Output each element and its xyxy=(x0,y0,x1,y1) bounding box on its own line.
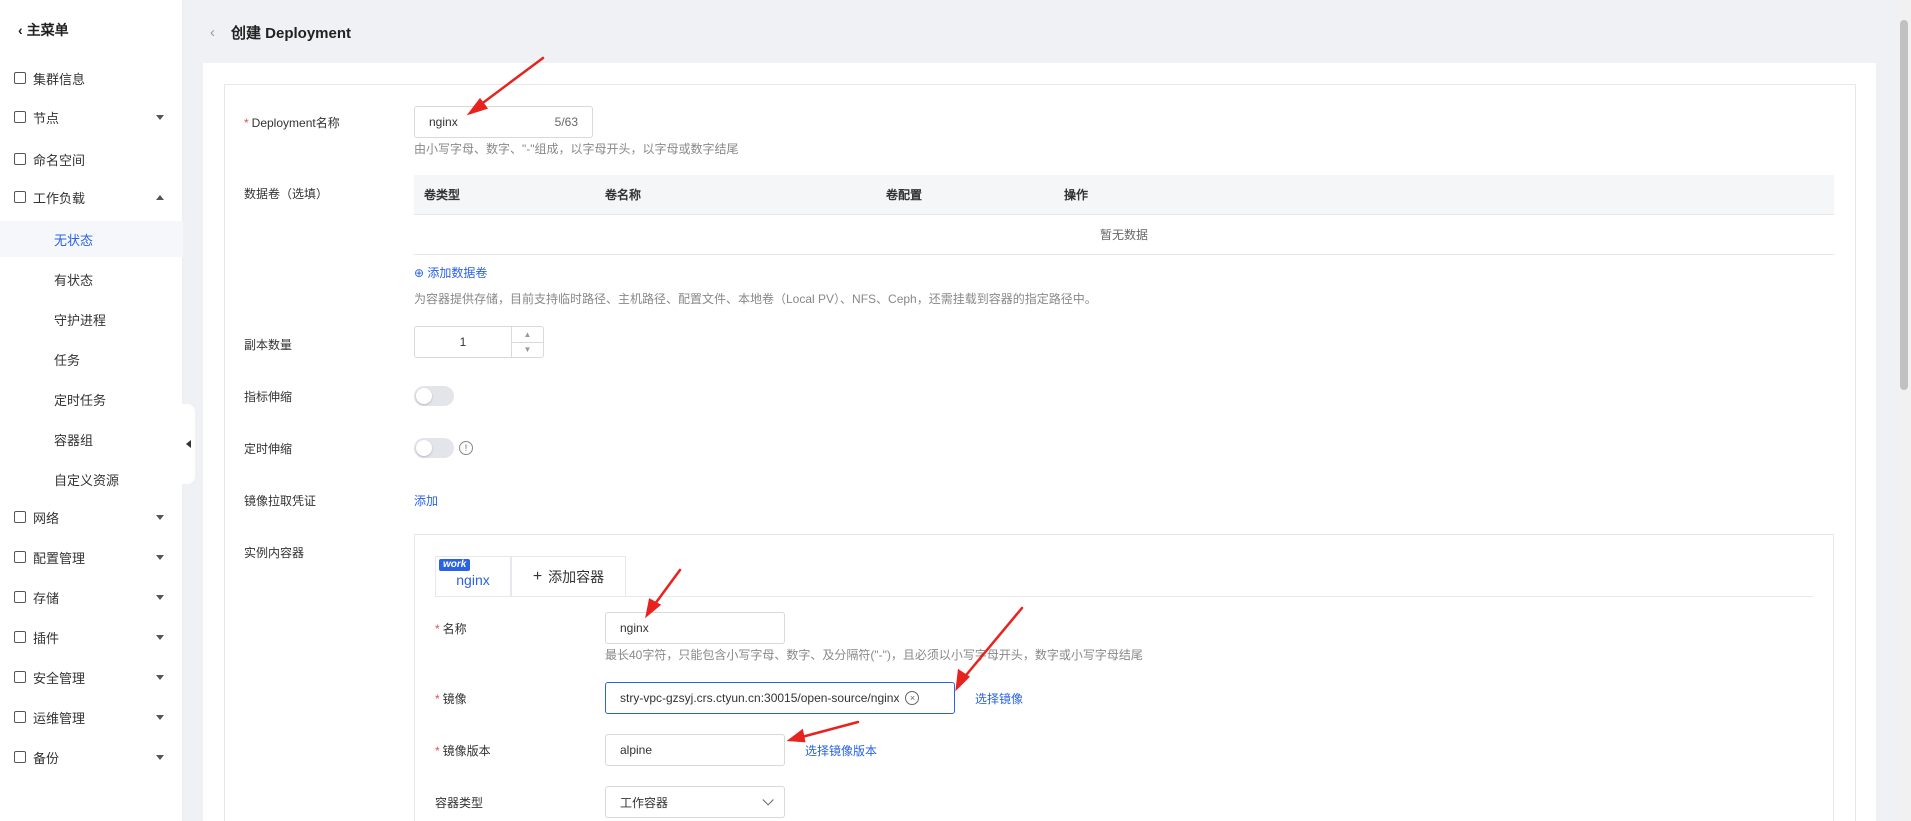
annotation-arrows xyxy=(466,56,1024,743)
annotation-arrow-3 xyxy=(960,606,1024,682)
annotation-arrowhead-4 xyxy=(786,728,806,743)
annotation-arrow-4 xyxy=(796,720,860,740)
annotation-arrow-1 xyxy=(474,56,545,110)
